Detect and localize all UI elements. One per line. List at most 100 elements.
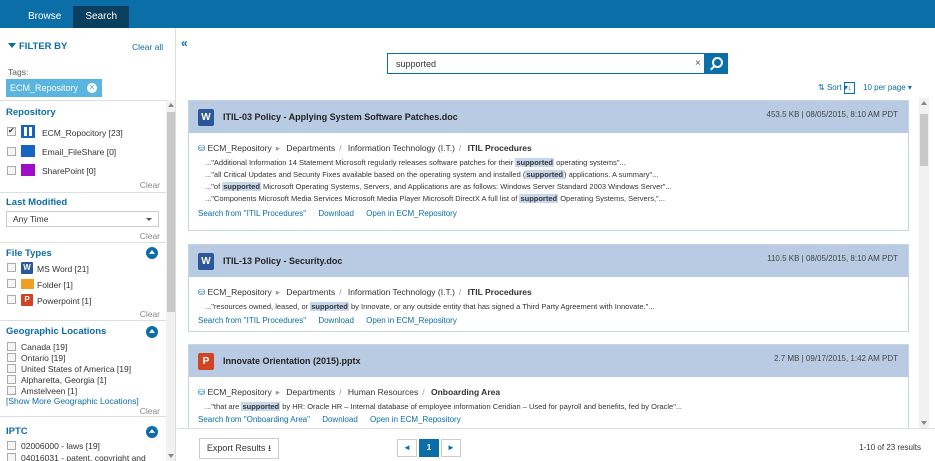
filetype-label-word: MS Word [21] bbox=[37, 264, 89, 274]
result-card: W ITIL-03 Policy - Applying System Softw… bbox=[188, 100, 909, 231]
filetype-checkbox-ppt[interactable] bbox=[7, 295, 16, 304]
geo-section: Geographic Locations Canada [19] Ontario… bbox=[0, 321, 166, 417]
repo-checkbox-sharepoint[interactable] bbox=[7, 166, 16, 175]
iptc-label: 02006000 - laws [19] bbox=[21, 441, 100, 451]
filetype-checkbox-folder[interactable] bbox=[7, 279, 16, 288]
result-snippet: ..."all Critical Updates and Security Fi… bbox=[205, 170, 658, 179]
file-types-section: File Types W MS Word [21] Folder [1] P P… bbox=[0, 243, 166, 321]
tab-search[interactable]: Search bbox=[73, 6, 130, 28]
repository-section: Repository ECM_Ropocitory [23] Email_Fil… bbox=[0, 101, 166, 193]
open-in-repo-link[interactable]: Open in ECM_Repository bbox=[366, 209, 457, 218]
breadcrumb-item[interactable]: ECM_Repository bbox=[208, 287, 272, 297]
result-title[interactable]: ITIL-13 Policy - Security.doc bbox=[223, 256, 342, 266]
tab-browse[interactable]: Browse bbox=[16, 6, 73, 28]
export-results-button[interactable]: Export Results ⭳ bbox=[199, 438, 279, 459]
breadcrumb-item[interactable]: Departments bbox=[286, 387, 335, 397]
scroll-down-icon[interactable] bbox=[168, 454, 174, 458]
result-snippet: ..."that are supported by HR: Oracle HR … bbox=[205, 402, 682, 411]
breadcrumb-item[interactable]: ITIL Procedures bbox=[468, 287, 532, 297]
result-card-header: W ITIL-13 Policy - Security.doc 110.5 KB… bbox=[189, 245, 908, 277]
download-link[interactable]: Download bbox=[322, 415, 358, 424]
breadcrumb-item[interactable]: Departments bbox=[286, 287, 335, 297]
geo-clear-link[interactable]: Clear bbox=[140, 406, 160, 416]
result-links: Search from "ITIL Procedures" Download O… bbox=[198, 209, 467, 218]
iptc-label: 04016031 - patent, copyright and bbox=[21, 453, 146, 461]
breadcrumb-item[interactable]: ITIL Procedures bbox=[468, 143, 532, 153]
result-title[interactable]: Innovate Orientation (2015).pptx bbox=[223, 356, 361, 366]
geo-checkbox[interactable] bbox=[7, 353, 16, 362]
results-footer: Export Results ⭳ ◄ 1 ► 1-10 of 23 result… bbox=[177, 428, 935, 461]
tag-chip-label: ECM_Repository bbox=[10, 83, 79, 93]
open-in-repo-link[interactable]: Open in ECM_Repository bbox=[366, 316, 457, 325]
file-types-title: File Types bbox=[6, 248, 52, 259]
breadcrumb-item[interactable]: Departments bbox=[286, 143, 335, 153]
collapse-icon[interactable] bbox=[146, 247, 158, 259]
repo-checkbox-email[interactable] bbox=[7, 147, 16, 156]
iptc-checkbox[interactable] bbox=[7, 441, 16, 450]
geo-checkbox[interactable] bbox=[7, 386, 16, 395]
collapse-icon[interactable] bbox=[146, 426, 158, 438]
breadcrumb-item[interactable]: Onboarding Area bbox=[431, 387, 500, 397]
previous-page-button[interactable]: ◄ bbox=[397, 439, 417, 457]
folder-icon bbox=[21, 164, 35, 176]
sort-direction-button[interactable]: ↓ bbox=[844, 82, 855, 94]
open-in-repo-link[interactable]: Open in ECM_Repository bbox=[370, 415, 461, 424]
scroll-up-icon[interactable] bbox=[921, 101, 927, 105]
geo-checkbox[interactable] bbox=[7, 342, 16, 351]
download-link[interactable]: Download bbox=[318, 316, 354, 325]
breadcrumb-item[interactable]: ECM_Repository bbox=[208, 143, 272, 153]
top-bar: Browse Search bbox=[0, 0, 935, 28]
search-from-link[interactable]: Search from "ITIL Procedures" bbox=[198, 316, 306, 325]
geo-checkbox[interactable] bbox=[7, 364, 16, 373]
snippet-text: ..."Components Microsoft Media Services … bbox=[205, 194, 520, 203]
repo-label-email: Email_FileShare [0] bbox=[42, 147, 117, 157]
results-scrollbar[interactable] bbox=[919, 98, 929, 428]
result-meta: 2.7 MB | 09/17/2015, 1:42 AM PDT bbox=[774, 354, 898, 363]
show-more-geo-link[interactable]: [Show More Geographic Locations] bbox=[6, 396, 139, 406]
sidebar-scroll-thumb[interactable] bbox=[167, 112, 175, 312]
scroll-up-icon[interactable] bbox=[168, 103, 174, 107]
clear-all-link[interactable]: Clear all bbox=[132, 42, 163, 52]
collapse-sidebar-icon[interactable]: « bbox=[181, 36, 188, 50]
breadcrumb-item[interactable]: ECM_Repository bbox=[208, 387, 272, 397]
page-button-current[interactable]: 1 bbox=[419, 439, 439, 457]
breadcrumb-item[interactable]: Information Technology (I.T.) bbox=[348, 143, 455, 153]
repository-clear-link[interactable]: Clear bbox=[140, 180, 160, 190]
result-title[interactable]: ITIL-03 Policy - Applying System Softwar… bbox=[223, 112, 458, 122]
result-card: W ITIL-13 Policy - Security.doc 110.5 KB… bbox=[188, 244, 909, 332]
filetype-label-ppt: Powerpoint [1] bbox=[37, 296, 92, 306]
collapse-icon[interactable] bbox=[146, 326, 158, 338]
last-modified-select[interactable]: Any Time bbox=[6, 211, 159, 227]
search-input[interactable] bbox=[388, 54, 678, 73]
remove-tag-icon[interactable]: ✕ bbox=[87, 83, 97, 93]
download-link[interactable]: Download bbox=[318, 209, 354, 218]
result-breadcrumb: ⛁ ECM_Repository ▸ Departments / Informati… bbox=[198, 143, 532, 153]
snippet-highlight: supported bbox=[519, 194, 559, 203]
next-page-button[interactable]: ► bbox=[441, 439, 461, 457]
breadcrumb-item[interactable]: Human Resources bbox=[348, 387, 418, 397]
breadcrumb-item[interactable]: Information Technology (I.T.) bbox=[348, 287, 455, 297]
tab-strip: Browse Search bbox=[16, 6, 130, 28]
per-page-select[interactable]: 10 per page ▾ bbox=[863, 81, 912, 95]
powerpoint-icon: P bbox=[198, 353, 214, 370]
sidebar-scrollbar[interactable] bbox=[166, 100, 175, 461]
geo-checkbox[interactable] bbox=[7, 375, 16, 384]
search-box: × bbox=[387, 53, 705, 74]
folder-icon bbox=[21, 145, 35, 157]
scroll-down-icon[interactable] bbox=[921, 421, 927, 425]
iptc-checkbox[interactable] bbox=[7, 453, 16, 461]
search-from-link[interactable]: Search from "ITIL Procedures" bbox=[198, 209, 306, 218]
clear-search-icon[interactable]: × bbox=[695, 58, 701, 69]
repo-checkbox-ecm[interactable] bbox=[7, 126, 16, 136]
filter-by-heading: FILTER BY bbox=[8, 41, 67, 52]
file-types-clear-link[interactable]: Clear bbox=[140, 309, 160, 319]
geo-label: Amstelveen [1] bbox=[21, 386, 78, 396]
snippet-highlight: supported bbox=[525, 170, 565, 179]
snippet-text: Operating Systems, Servers,"... bbox=[558, 194, 665, 203]
results-scroll-thumb[interactable] bbox=[920, 114, 928, 166]
filetype-checkbox-word[interactable] bbox=[7, 263, 16, 272]
last-modified-clear-link[interactable]: Clear bbox=[140, 231, 160, 241]
search-from-link[interactable]: Search from "Onboarding Area" bbox=[198, 415, 310, 424]
search-button[interactable] bbox=[705, 53, 728, 74]
result-snippet: ..."Components Microsoft Media Services … bbox=[205, 194, 665, 203]
